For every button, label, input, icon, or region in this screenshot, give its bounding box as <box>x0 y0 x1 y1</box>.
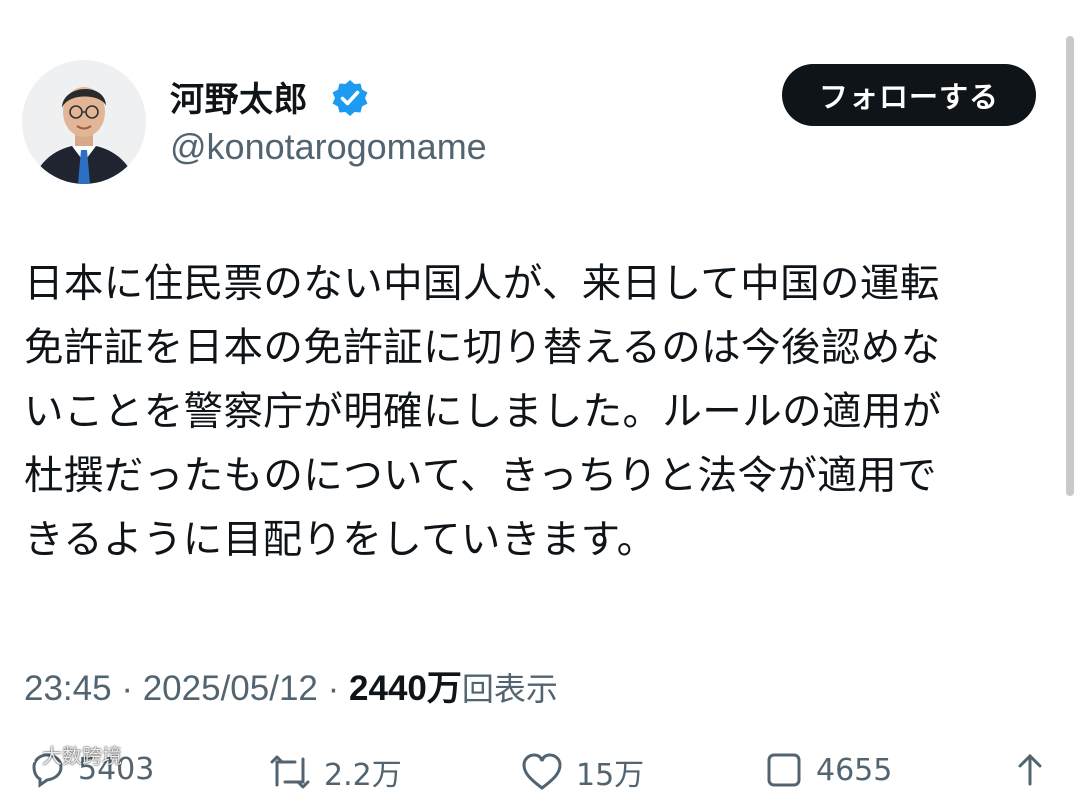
heart-icon <box>522 753 562 790</box>
bookmark-icon <box>767 753 801 787</box>
tweet-text: 日本に住民票のない中国人が、来日して中国の運転 免許証を日本の免許証に切り替える… <box>24 261 942 563</box>
meta-separator: · <box>121 669 133 708</box>
retweet-icon <box>270 755 310 789</box>
author-handle[interactable]: @konotarogomame <box>170 126 487 168</box>
share-icon <box>1018 753 1042 786</box>
watermark-text: 大数跨境 <box>42 744 122 768</box>
tweet-meta: 23:45 · 2025/05/12 · 2440万回表示 <box>24 660 558 711</box>
retweet-button[interactable]: 2.2万 <box>268 750 402 794</box>
tweet-time[interactable]: 23:45 <box>24 669 112 708</box>
views-count[interactable]: 2440万 <box>349 669 462 708</box>
like-count: 15万 <box>576 758 645 793</box>
share-button[interactable] <box>1010 750 1062 790</box>
author-name[interactable]: 河野太郎 <box>170 72 308 121</box>
like-button[interactable]: 15万 <box>520 750 644 794</box>
watermark: 大数跨境 <box>8 740 122 769</box>
follow-button[interactable]: フォローする <box>782 64 1036 126</box>
bookmark-count: 4655 <box>816 752 893 788</box>
scrollbar[interactable] <box>1066 36 1074 496</box>
retweet-count: 2.2万 <box>324 758 402 793</box>
views-label: 回表示 <box>461 670 558 708</box>
tweet-card: 河野太郎 @konotarogomame フォローする 日本に住民票のない中国人… <box>0 0 1080 793</box>
meta-separator: · <box>327 669 340 708</box>
tweet-date[interactable]: 2025/05/12 <box>143 669 318 708</box>
avatar[interactable] <box>22 60 146 184</box>
action-bar: 5403 2.2万 15万 4655 <box>0 740 1080 800</box>
watermark-logo-icon <box>9 744 35 762</box>
bookmark-button[interactable]: 4655 <box>764 750 892 790</box>
verified-badge-icon <box>330 78 370 118</box>
